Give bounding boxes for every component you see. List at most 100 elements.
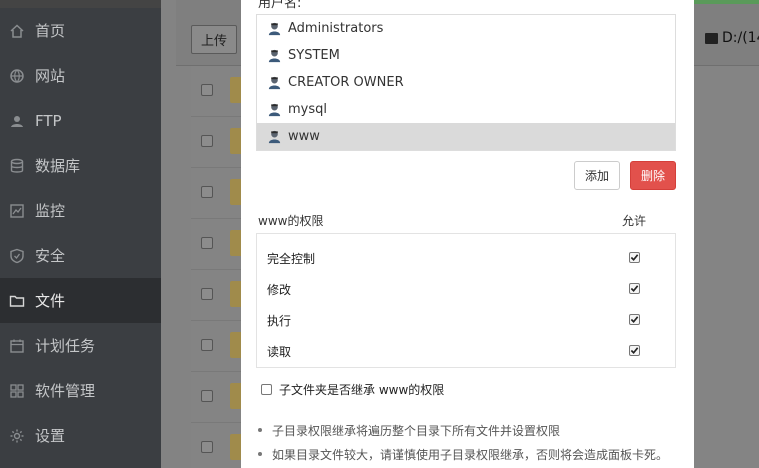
user-item-www[interactable]: www <box>257 123 675 150</box>
row-checkbox[interactable] <box>201 237 213 249</box>
globe-icon <box>9 68 25 84</box>
folder-icon <box>230 179 241 205</box>
sidebar-item-label: 首页 <box>35 22 66 40</box>
user-item-creator-owner[interactable]: CREATOR OWNER <box>257 69 675 96</box>
row-checkbox[interactable] <box>201 186 213 198</box>
sidebar-item-label: 计划任务 <box>35 337 96 355</box>
calendar-icon <box>9 338 25 354</box>
permission-row-read: 读取 <box>257 335 675 366</box>
table-row[interactable] <box>191 321 241 372</box>
monitor-icon <box>9 203 25 219</box>
table-row[interactable] <box>191 66 241 117</box>
permission-row-execute: 执行 <box>257 304 675 335</box>
sidebar-item-software[interactable]: 软件管理 <box>0 368 161 413</box>
inherit-label: 子文件夹是否继承 www的权限 <box>279 382 445 397</box>
user-list[interactable]: Administrators SYSTEM CREATOR OWNER mysq… <box>256 14 676 151</box>
permission-label: 完全控制 <box>267 252 316 266</box>
folder-icon <box>230 332 241 358</box>
sidebar-item-monitor[interactable]: 监控 <box>0 188 161 233</box>
allow-column-header: 允许 <box>622 214 647 228</box>
permission-title: www的权限 <box>258 214 324 228</box>
inherit-checkbox[interactable] <box>261 383 272 395</box>
folder-icon <box>230 128 241 154</box>
user-item-administrators[interactable]: Administrators <box>257 15 675 42</box>
permission-label: 执行 <box>267 314 292 328</box>
permission-row-full-control: 完全控制 <box>257 242 675 273</box>
sidebar-item-database[interactable]: 数据库 <box>0 143 161 188</box>
user-item-mysql[interactable]: mysql <box>257 96 675 123</box>
sidebar-item-label: 数据库 <box>35 157 81 175</box>
user-name: www <box>288 129 320 144</box>
user-name: SYSTEM <box>288 48 340 63</box>
sidebar-item-label: 网站 <box>35 67 66 85</box>
row-checkbox[interactable] <box>201 135 213 147</box>
bullet <box>258 452 262 456</box>
sidebar-item-cron[interactable]: 计划任务 <box>0 323 161 368</box>
sidebar-item-label: 监控 <box>35 202 66 220</box>
grid-icon <box>9 383 25 399</box>
permission-label: 修改 <box>267 283 292 297</box>
sidebar: 首页 网站 FTP 数据库 监控 安全 文件 计划任务 软件管理 设置 <box>0 0 161 468</box>
user-icon <box>268 76 281 90</box>
user-name: CREATOR OWNER <box>288 75 404 90</box>
note-text: 如果目录文件较大，请谨慎使用子目录权限继承，否则将会造成面板卡死。 <box>272 447 669 462</box>
table-row[interactable] <box>191 168 241 219</box>
permission-row-modify: 修改 <box>257 273 675 304</box>
folder-icon <box>230 77 241 103</box>
folder-icon <box>230 383 241 409</box>
add-user-button[interactable]: 添加 <box>574 161 620 190</box>
table-row[interactable] <box>191 423 241 468</box>
username-label: 用户名: <box>258 0 302 11</box>
ftp-user-icon <box>9 113 25 129</box>
home-icon <box>9 23 25 39</box>
sidebar-item-ftp[interactable]: FTP <box>0 98 161 143</box>
folder-icon <box>230 230 241 256</box>
row-checkbox[interactable] <box>201 339 213 351</box>
user-name: mysql <box>288 102 327 117</box>
row-checkbox[interactable] <box>201 390 213 402</box>
user-icon <box>268 130 281 144</box>
sidebar-item-security[interactable]: 安全 <box>0 233 161 278</box>
inherit-option[interactable]: 子文件夹是否继承 www的权限 <box>261 381 444 397</box>
disk-icon <box>705 32 718 44</box>
sidebar-top-strip <box>0 0 161 8</box>
permission-checkbox[interactable] <box>629 283 640 294</box>
folder-icon <box>9 293 25 309</box>
table-row[interactable] <box>191 219 241 270</box>
sidebar-item-label: 安全 <box>35 247 66 265</box>
table-row[interactable] <box>191 372 241 423</box>
permission-checkbox[interactable] <box>629 252 640 263</box>
sidebar-item-files[interactable]: 文件 <box>0 278 161 323</box>
upload-button[interactable]: 上传 <box>191 25 237 54</box>
shield-icon <box>9 248 25 264</box>
permission-checkbox[interactable] <box>629 314 640 325</box>
sidebar-item-home[interactable]: 首页 <box>0 8 161 53</box>
row-checkbox[interactable] <box>201 288 213 300</box>
permission-label: 读取 <box>267 345 292 359</box>
row-checkbox[interactable] <box>201 84 213 96</box>
note-text: 子目录权限继承将遍历整个目录下所有文件并设置权限 <box>272 423 561 438</box>
user-item-system[interactable]: SYSTEM <box>257 42 675 69</box>
folder-icon <box>230 434 241 460</box>
user-name: Administrators <box>288 21 384 36</box>
sidebar-item-label: 设置 <box>35 427 66 445</box>
bullet <box>258 428 262 432</box>
gear-icon <box>9 428 25 444</box>
sidebar-item-settings[interactable]: 设置 <box>0 413 161 458</box>
permission-checkbox[interactable] <box>629 345 640 356</box>
disk-indicator[interactable]: D:/(14 <box>705 30 759 46</box>
database-icon <box>9 158 25 174</box>
notes-list: 子目录权限继承将遍历整个目录下所有文件并设置权限 如果目录文件较大，请谨慎使用子… <box>258 418 668 466</box>
row-checkbox[interactable] <box>201 441 213 453</box>
toolbar-accent <box>694 0 759 4</box>
user-icon <box>268 49 281 63</box>
table-row[interactable] <box>191 117 241 168</box>
note-item: 子目录权限继承将遍历整个目录下所有文件并设置权限 <box>258 418 668 442</box>
sidebar-item-label: 软件管理 <box>35 382 96 400</box>
delete-user-button[interactable]: 删除 <box>630 161 676 190</box>
user-icon <box>268 22 281 36</box>
table-row[interactable] <box>191 270 241 321</box>
sidebar-item-website[interactable]: 网站 <box>0 53 161 98</box>
sidebar-item-label: 文件 <box>35 292 66 310</box>
user-icon <box>268 103 281 117</box>
